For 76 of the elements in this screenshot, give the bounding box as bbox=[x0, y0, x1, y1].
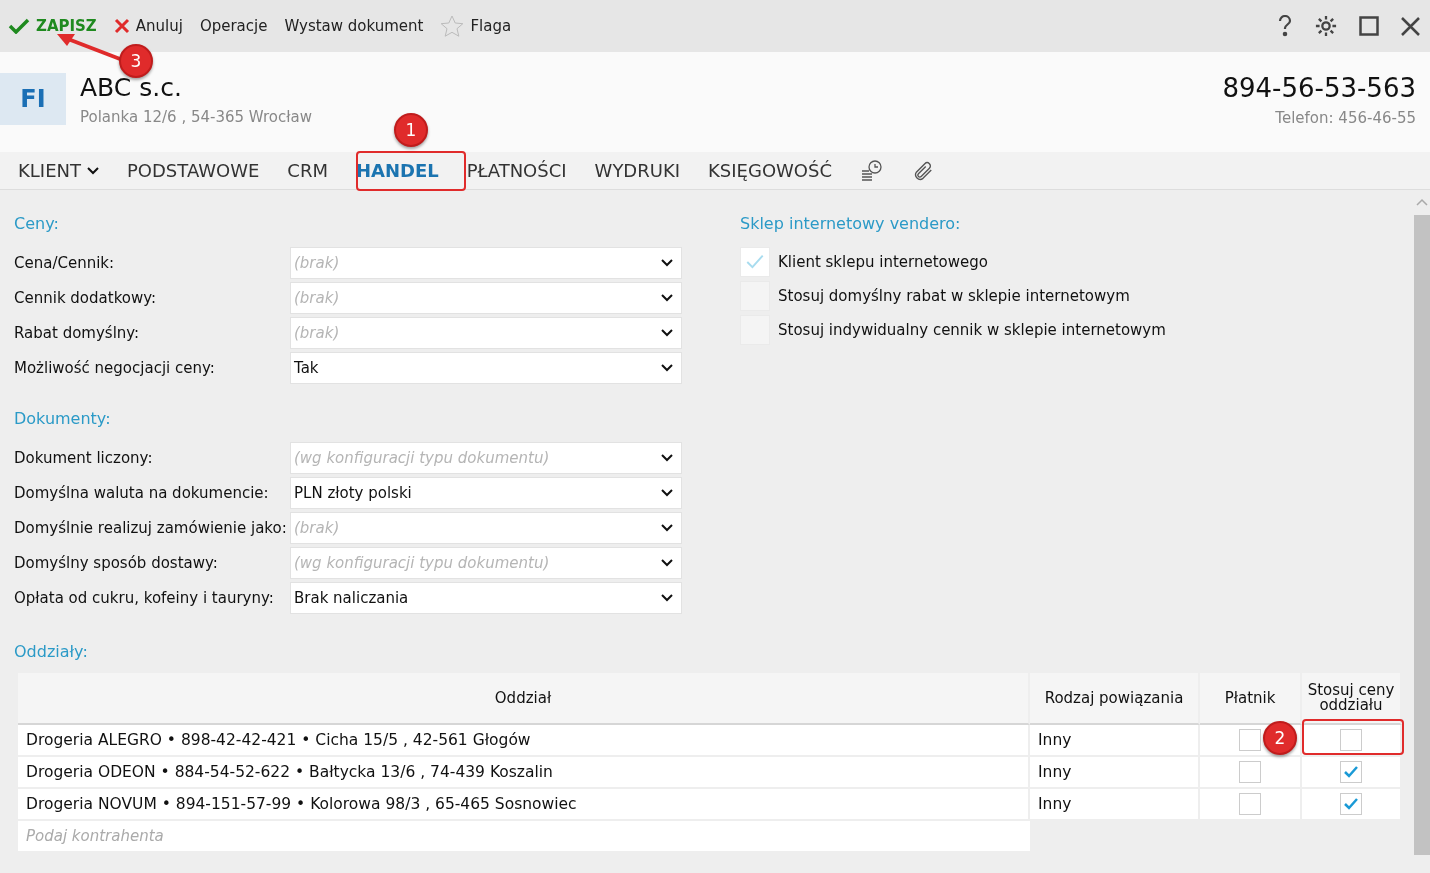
checkmark-icon bbox=[8, 18, 30, 34]
close-icon[interactable] bbox=[1401, 16, 1420, 36]
table-cell: Drogeria ODEON • 884-54-52-622 • Bałtycka 13/6 , 74-439 Koszalin bbox=[18, 757, 1030, 789]
table-cell: Drogeria NOVUM • 894-151-57-99 • Kolorowa 98/3 , 65-465 Sosnowiec bbox=[18, 789, 1030, 821]
dropdown-field[interactable]: PLN złoty polski bbox=[290, 476, 682, 509]
field-label: Dokument liczony: bbox=[14, 448, 154, 467]
toolbar-button[interactable]: Wystaw dokument bbox=[284, 17, 433, 35]
help-icon[interactable] bbox=[1277, 15, 1293, 37]
table-cell: Inny bbox=[1030, 725, 1200, 757]
close-icon bbox=[113, 18, 130, 34]
checkmark-icon bbox=[1343, 797, 1359, 811]
checkmark-icon bbox=[1343, 765, 1359, 779]
field-label: Rabat domyślny: bbox=[14, 323, 141, 342]
section-title: Dokumenty: bbox=[14, 409, 112, 428]
avatar-tile: FI bbox=[0, 73, 66, 125]
field-label: Opłata od cukru, kofeiny i tauryny: bbox=[14, 588, 275, 607]
field-label: Cennik dodatkowy: bbox=[14, 288, 158, 307]
checkbox-label: Stosuj indywidualny cennik w sklepie internetowym bbox=[778, 321, 1166, 339]
checkbox[interactable] bbox=[1340, 761, 1362, 783]
dropdown-field[interactable]: Tak bbox=[290, 351, 682, 384]
tax-id: 894-56-53-563 bbox=[1222, 73, 1416, 103]
chevron-down-icon bbox=[661, 593, 673, 602]
tab[interactable]: KLIENT bbox=[4, 152, 113, 189]
section-title: Oddziały: bbox=[14, 642, 89, 661]
checkbox[interactable] bbox=[1239, 729, 1261, 751]
field-label: Domyślny sposób dostawy: bbox=[14, 553, 219, 572]
column-header: Stosuj ceny oddziału bbox=[1302, 673, 1402, 725]
dropdown-field[interactable]: Brak naliczania bbox=[290, 581, 682, 614]
section-title: Sklep internetowy vendero: bbox=[740, 214, 962, 233]
star-icon bbox=[440, 14, 465, 38]
chevron-down-icon bbox=[661, 258, 673, 267]
table-cell: Inny bbox=[1030, 757, 1200, 789]
field-label: Domyślnie realizuj zamówienie jako: bbox=[14, 518, 288, 537]
chevron-down-icon bbox=[87, 166, 99, 175]
checkbox[interactable] bbox=[1239, 761, 1261, 783]
chevron-down-icon bbox=[661, 328, 673, 337]
chevron-down-icon bbox=[661, 293, 673, 302]
toolbar-button[interactable]: Flaga bbox=[440, 14, 521, 38]
table-cell: Inny bbox=[1030, 789, 1200, 821]
callout-arrow bbox=[56, 33, 122, 61]
clock-list-icon bbox=[860, 158, 885, 183]
checkbox[interactable] bbox=[1340, 793, 1362, 815]
phone-number: Telefon: 456-46-55 bbox=[1275, 109, 1416, 127]
tab[interactable]: HANDEL bbox=[341, 152, 453, 189]
maximize-icon[interactable] bbox=[1359, 16, 1379, 36]
column-header: Płatnik bbox=[1200, 673, 1302, 725]
column-header: Oddział bbox=[18, 673, 1030, 725]
checkbox-label: Klient sklepu internetowego bbox=[778, 253, 988, 271]
chevron-down-icon bbox=[661, 523, 673, 532]
checkbox[interactable] bbox=[1239, 793, 1261, 815]
toolbar-button[interactable]: ZAPISZ bbox=[8, 17, 106, 35]
chevron-down-icon bbox=[661, 558, 673, 567]
field-label: Domyślna waluta na dokumencie: bbox=[14, 483, 270, 502]
table-cell: Drogeria ALEGRO • 898-42-42-421 • Cicha 15/5 , 42-561 Głogów bbox=[18, 725, 1030, 757]
checkbox[interactable] bbox=[740, 247, 770, 277]
field-label: Możliwość negocjacji ceny: bbox=[14, 358, 216, 377]
tab[interactable]: CRM bbox=[273, 152, 342, 189]
toolbar-button[interactable]: Anuluj bbox=[113, 17, 192, 35]
tab[interactable]: PŁATNOŚCI bbox=[452, 152, 581, 189]
tab[interactable]: WYDRUKI bbox=[580, 152, 695, 189]
chevron-down-icon bbox=[661, 488, 673, 497]
chevron-down-icon bbox=[661, 453, 673, 462]
field-label: Cena/Cennik: bbox=[14, 253, 116, 272]
scroll-up-icon[interactable] bbox=[1416, 198, 1428, 206]
scrollbar-thumb[interactable] bbox=[1414, 215, 1430, 855]
checkbox-label: Stosuj domyślny rabat w sklepie internetowym bbox=[778, 287, 1130, 305]
column-header: Rodzaj powiązania bbox=[1030, 673, 1200, 725]
tab[interactable]: KSIĘGOWOŚĆ bbox=[694, 152, 847, 189]
toolbar-button[interactable]: Operacje bbox=[199, 17, 277, 35]
checkmark-icon bbox=[744, 253, 766, 271]
settings-icon[interactable] bbox=[1315, 15, 1337, 37]
section-title: Ceny: bbox=[14, 214, 60, 233]
chevron-down-icon bbox=[661, 363, 673, 372]
client-address: Polanka 12/6 , 54-365 Wrocław bbox=[80, 108, 312, 126]
checkbox[interactable] bbox=[1340, 729, 1362, 751]
tab[interactable]: PODSTAWOWE bbox=[113, 152, 274, 189]
